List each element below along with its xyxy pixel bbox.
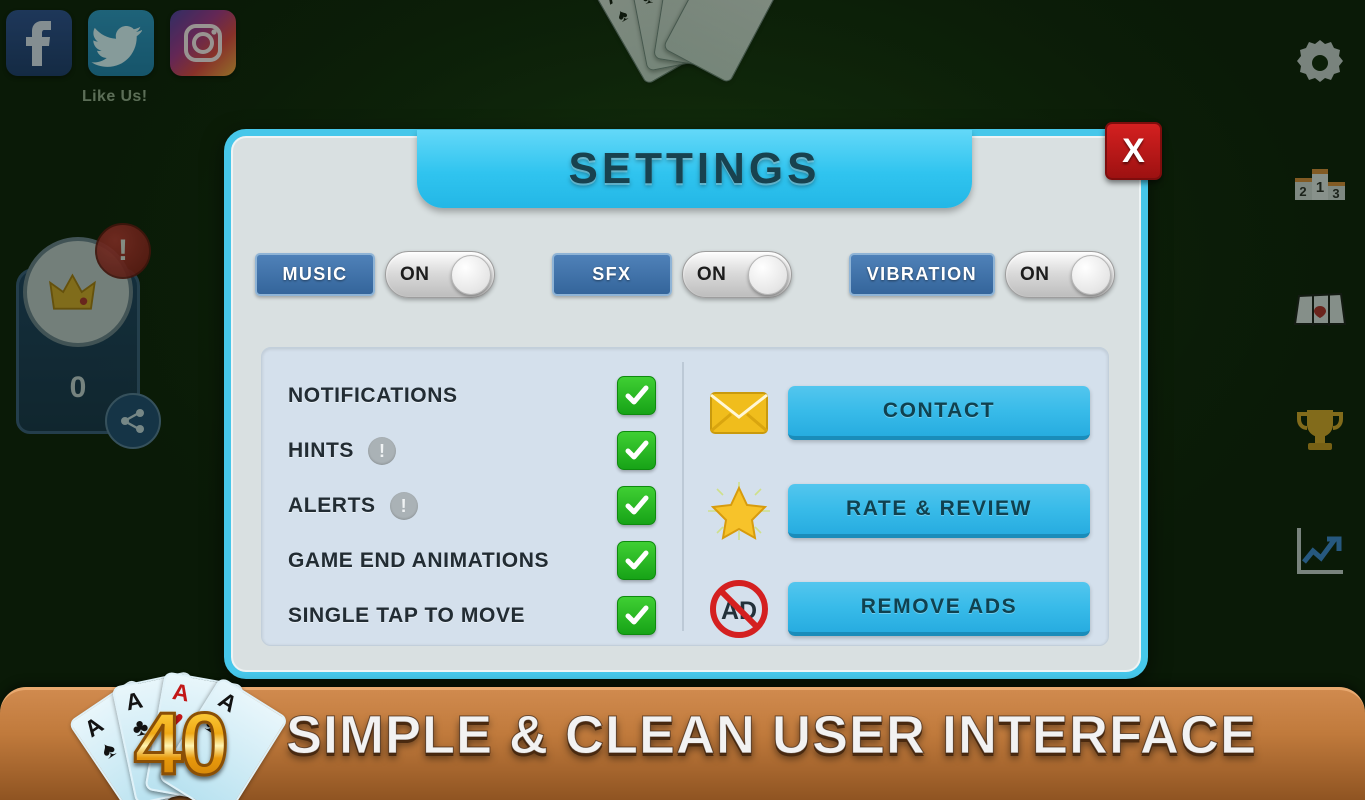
- toggle-knob-vibration: [1070, 255, 1111, 295]
- toggle-label-vibration: VIBRATION: [848, 253, 995, 296]
- checkbox-single-tap-to-move[interactable]: [617, 596, 656, 635]
- list-item[interactable]: SINGLE TAP TO MOVE: [288, 588, 682, 643]
- info-icon-hints[interactable]: !: [368, 436, 396, 465]
- envelope-icon[interactable]: [706, 382, 772, 444]
- toggle-state-vibration: ON: [1019, 263, 1050, 285]
- action-row-contact: CONTACT: [706, 364, 1090, 462]
- stats-chart-icon[interactable]: [1291, 522, 1349, 580]
- star-icon[interactable]: [706, 480, 772, 542]
- game-logo: A♠ A♣ A♥ A♠ 40: [28, 624, 318, 800]
- toggle-label-sfx: SFX: [551, 253, 672, 296]
- svg-text:2: 2: [1299, 184, 1306, 199]
- checkbox-alerts[interactable]: [617, 486, 656, 525]
- facebook-icon[interactable]: [6, 10, 72, 76]
- settings-options-list: NOTIFICATIONS HINTS ! ALERTS ! GAME END …: [262, 348, 682, 645]
- toggle-state-music: ON: [400, 263, 430, 285]
- settings-content-panel: NOTIFICATIONS HINTS ! ALERTS ! GAME END …: [261, 347, 1109, 646]
- toggle-group-sfx: SFX ON: [551, 251, 792, 298]
- checkbox-notifications[interactable]: [617, 376, 656, 415]
- share-icon[interactable]: [105, 393, 161, 449]
- social-links: [6, 10, 236, 76]
- action-row-rate-review: RATE & REVIEW: [706, 462, 1090, 560]
- settings-dialog: SETTINGS X MUSIC ON SFX ON VIBRATION ON …: [224, 122, 1162, 679]
- option-label-notifications: NOTIFICATIONS: [288, 383, 458, 407]
- like-us-label: Like Us!: [82, 88, 148, 105]
- rate-review-button[interactable]: RATE & REVIEW: [788, 484, 1090, 538]
- close-icon[interactable]: X: [1105, 122, 1162, 180]
- top-card-fan: A♠ A♣ A♥ A♠: [498, 0, 868, 124]
- checkbox-game-end-animations[interactable]: [617, 541, 656, 580]
- list-item[interactable]: HINTS !: [288, 423, 682, 478]
- logo-number: 40: [80, 698, 280, 789]
- list-item[interactable]: GAME END ANIMATIONS: [288, 533, 682, 588]
- svg-text:3: 3: [1332, 186, 1339, 201]
- settings-gear-icon[interactable]: [1291, 34, 1349, 92]
- toggle-switch-music[interactable]: ON: [385, 251, 495, 298]
- alert-badge-icon[interactable]: !: [95, 223, 151, 279]
- action-row-remove-ads: AD REMOVE ADS: [706, 560, 1090, 658]
- audio-toggles-row: MUSIC ON SFX ON VIBRATION ON: [249, 251, 1121, 298]
- info-icon-alerts[interactable]: !: [389, 491, 418, 520]
- dialog-title-banner: SETTINGS: [417, 130, 972, 208]
- toggle-knob-sfx: [747, 255, 788, 295]
- settings-actions-list: CONTACT RATE & REVIEW REMOVE ADS: [684, 348, 1108, 645]
- option-label-single-tap-to-move: SINGLE TAP TO MOVE: [288, 603, 526, 627]
- crown-progress-widget[interactable]: 0 !: [16, 223, 161, 449]
- toggle-switch-sfx[interactable]: ON: [681, 251, 792, 298]
- toggle-knob-music: [451, 255, 491, 295]
- no-ads-icon[interactable]: AD: [706, 578, 772, 640]
- toggle-group-music: MUSIC ON: [255, 251, 495, 298]
- list-item[interactable]: ALERTS !: [288, 478, 682, 533]
- remove-ads-button[interactable]: REMOVE ADS: [788, 582, 1090, 636]
- svg-text:1: 1: [1316, 179, 1324, 196]
- option-label-game-end-animations: GAME END ANIMATIONS: [288, 548, 550, 572]
- promo-headline: SIMPLE & CLEAN USER INTERFACE: [286, 705, 1258, 766]
- cards-hand-icon[interactable]: [1291, 278, 1349, 336]
- toggle-label-music: MUSIC: [255, 253, 375, 296]
- toggle-switch-vibration[interactable]: ON: [1004, 251, 1115, 298]
- checkbox-hints[interactable]: [617, 431, 656, 470]
- page-title: SETTINGS: [568, 144, 821, 193]
- trophy-icon[interactable]: [1291, 400, 1349, 458]
- contact-button[interactable]: CONTACT: [788, 386, 1090, 440]
- option-label-hints: HINTS: [288, 438, 354, 462]
- right-toolbar: 12 3: [1285, 34, 1355, 580]
- list-item[interactable]: NOTIFICATIONS: [288, 368, 682, 423]
- twitter-icon[interactable]: [88, 10, 154, 76]
- instagram-icon[interactable]: [170, 10, 236, 76]
- toggle-group-vibration: VIBRATION ON: [848, 251, 1115, 298]
- option-label-alerts: ALERTS: [288, 493, 376, 517]
- toggle-state-sfx: ON: [696, 263, 727, 285]
- game-screen: Like Us! 12 3 0 ! A♠ A♣ A♥ A♠: [0, 0, 1365, 800]
- leaderboard-podium-icon[interactable]: 12 3: [1291, 156, 1349, 214]
